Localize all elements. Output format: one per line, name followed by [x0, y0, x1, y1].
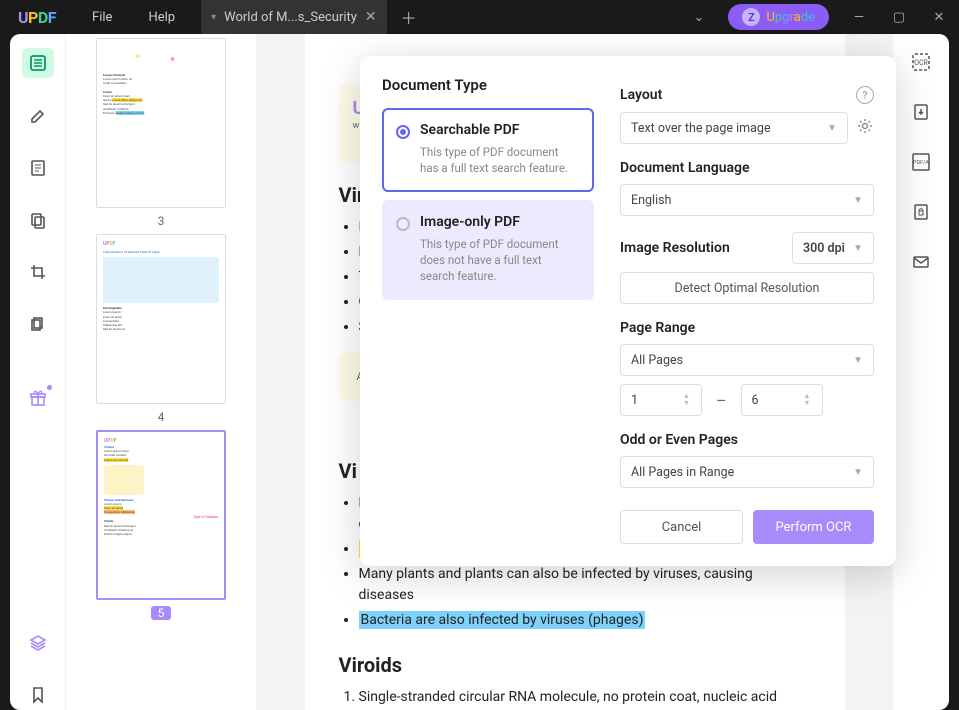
thumb-number: 5 [151, 606, 171, 620]
chevron-down-icon[interactable]: ⌄ [680, 10, 719, 25]
tab-dropdown-icon[interactable]: ▾ [211, 12, 216, 23]
upgrade-label: Upgrade [766, 10, 815, 25]
page-range-label: Page Range [620, 320, 695, 336]
mail-icon [911, 252, 931, 272]
copy-icon [29, 211, 47, 229]
comment-tool[interactable] [22, 152, 54, 182]
menu-help[interactable]: Help [130, 2, 193, 33]
left-toolbar [10, 34, 66, 710]
svg-text:PDF/A: PDF/A [913, 160, 929, 166]
thumb-number: 4 [96, 410, 226, 424]
document-icon [29, 159, 47, 177]
menu-file[interactable]: File [74, 2, 130, 33]
share-tool[interactable] [907, 248, 935, 276]
maximize-button[interactable]: ▢ [879, 0, 919, 34]
app-logo: UPDF [0, 8, 74, 27]
chevron-down-icon: ▼ [853, 195, 863, 206]
bookmark-icon [29, 686, 47, 704]
crop-icon [29, 263, 47, 281]
crop-tool[interactable] [22, 257, 54, 287]
add-tab-button[interactable]: ＋ [387, 5, 431, 29]
odd-even-select[interactable]: All Pages in Range▼ [620, 456, 874, 488]
lock-icon [911, 202, 931, 222]
pages-icon [29, 315, 47, 333]
help-icon[interactable]: ? [856, 86, 874, 104]
protect-tool[interactable] [907, 198, 935, 226]
range-from-input[interactable]: 1 ▲▼ [620, 384, 702, 416]
language-label: Document Language [620, 160, 750, 176]
layout-select[interactable]: Text over the page image▼ [620, 112, 848, 144]
chevron-down-icon: ▼ [853, 467, 863, 478]
stack-tool[interactable] [22, 628, 54, 658]
gift-icon [28, 388, 48, 408]
option-searchable-pdf[interactable]: Searchable PDF This type of PDF document… [382, 108, 594, 192]
tab-title: World of M...s_Security [224, 10, 357, 25]
copy-tool[interactable] [22, 205, 54, 235]
resolution-label: Image Resolution [620, 240, 730, 256]
radio-icon [396, 125, 410, 139]
detect-resolution-button[interactable]: Detect Optimal Resolution [620, 272, 874, 304]
thumbnail-page-5[interactable]: UPDF VirusesLorem ipsum dolorSit amet co… [96, 430, 226, 620]
bullet-item: Many plants and plants can also be infec… [359, 564, 811, 606]
highlighter-icon [29, 106, 47, 124]
cancel-button[interactable]: Cancel [620, 510, 743, 544]
language-select[interactable]: English▼ [620, 184, 874, 216]
radio-icon [396, 217, 410, 231]
gift-tool[interactable] [22, 383, 54, 413]
resolution-select[interactable]: 300 dpi▼ [792, 232, 874, 264]
right-toolbar: OCR PDF/A [893, 34, 949, 710]
thumbnail-page-3[interactable]: Fungus ExampleLorem ipsum dolor sitAmet … [96, 38, 226, 228]
range-to-input[interactable]: 6 ▲▼ [741, 384, 823, 416]
minimize-button[interactable]: — [839, 0, 879, 34]
chevron-down-icon: ▼ [853, 355, 863, 366]
export-icon [911, 102, 931, 122]
chevron-down-icon: ▼ [853, 243, 863, 254]
range-separator: – [710, 391, 733, 410]
pdfa-icon: PDF/A [910, 151, 932, 173]
ocr-icon: OCR [910, 51, 932, 73]
thumbnails-tool[interactable] [22, 48, 54, 78]
layers-icon [28, 633, 48, 653]
perform-ocr-button[interactable]: Perform OCR [753, 510, 874, 544]
option-image-only-pdf[interactable]: Image-only PDF This type of PDF document… [382, 200, 594, 300]
thumb-number: 3 [96, 214, 226, 228]
close-button[interactable]: ✕ [919, 0, 959, 34]
odd-even-label: Odd or Even Pages [620, 432, 738, 448]
titlebar: UPDF File Help ▾ World of M...s_Security… [0, 0, 959, 34]
spinner-icon[interactable]: ▲▼ [804, 385, 818, 415]
document-type-label: Document Type [382, 76, 594, 94]
page-range-select[interactable]: All Pages▼ [620, 344, 874, 376]
ocr-panel: Document Type Searchable PDF This type o… [360, 56, 896, 566]
thumbnail-page-4[interactable]: UPDF Characteristics Of Selected Phyla O… [96, 234, 226, 424]
bookmark-tool[interactable] [22, 100, 54, 130]
thumbnail-panel: Fungus ExampleLorem ipsum dolor sitAmet … [66, 34, 256, 710]
export-tool[interactable] [907, 98, 935, 126]
close-icon[interactable]: ✕ [365, 9, 377, 25]
upgrade-button[interactable]: Z Upgrade [728, 4, 829, 30]
user-avatar: Z [742, 8, 760, 26]
svg-text:OCR: OCR [914, 59, 928, 67]
list-item: Single-stranded circular RNA molecule, n… [359, 687, 811, 710]
layers-tool[interactable] [22, 309, 54, 339]
heading-viroids: Viroids [339, 653, 811, 677]
spinner-icon[interactable]: ▲▼ [683, 385, 697, 415]
bullet-item: Bacteria are also infected by viruses (p… [359, 610, 811, 631]
layout-label: Layout [620, 87, 662, 103]
bookmark-button[interactable] [22, 680, 54, 710]
ocr-tool[interactable]: OCR [907, 48, 935, 76]
pdfa-tool[interactable]: PDF/A [907, 148, 935, 176]
chevron-down-icon: ▼ [827, 123, 837, 134]
thumbnails-icon [29, 54, 47, 72]
gear-icon[interactable] [856, 117, 874, 139]
document-tab[interactable]: ▾ World of M...s_Security ✕ [201, 0, 387, 34]
